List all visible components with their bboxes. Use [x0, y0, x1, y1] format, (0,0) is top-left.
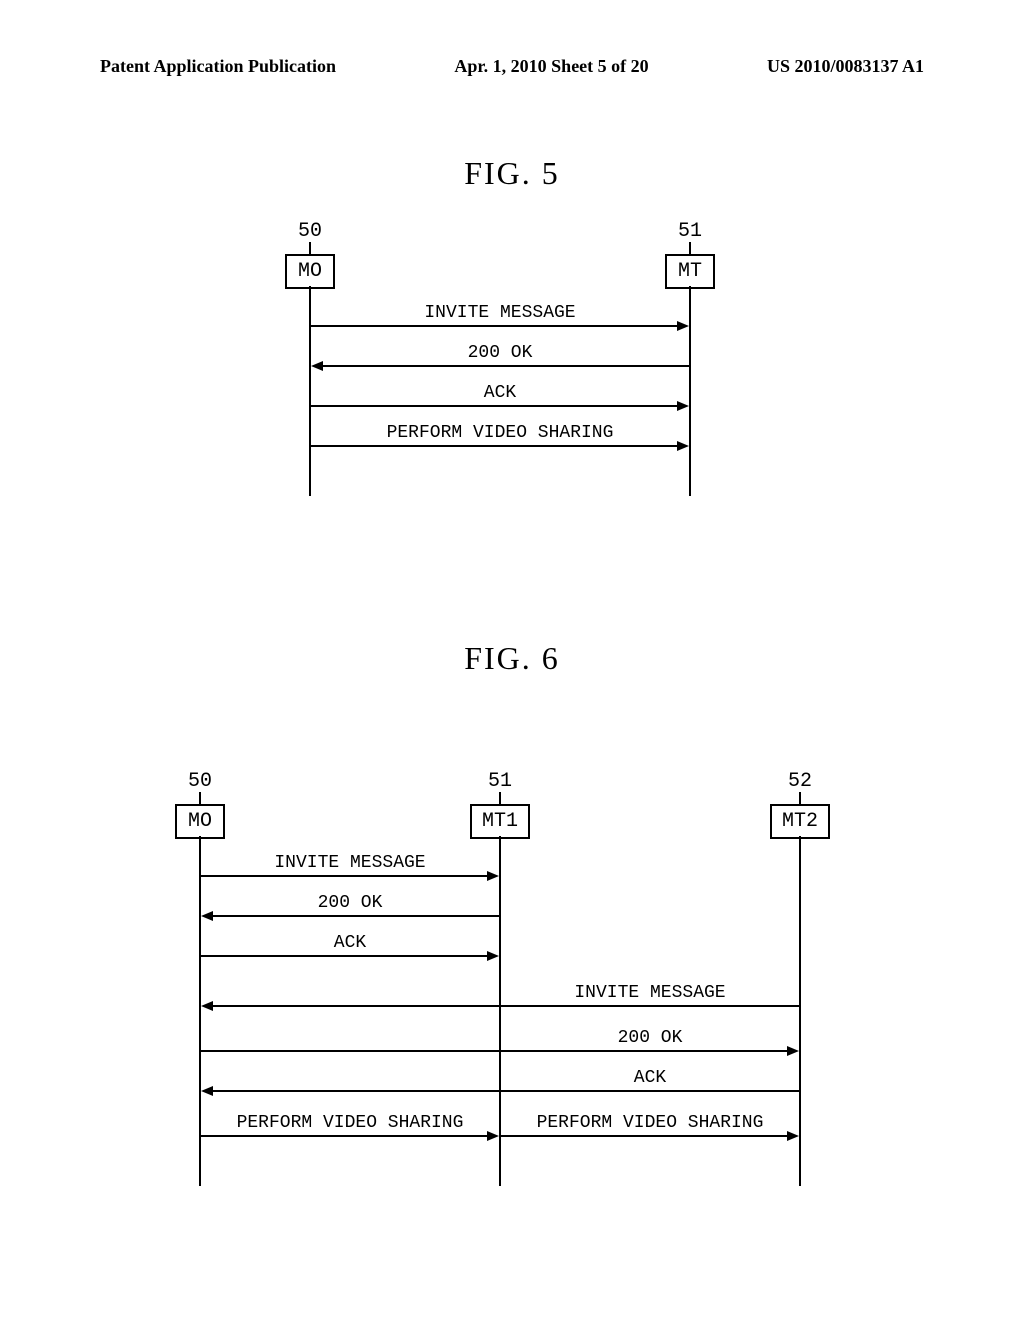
fig6-diagram: 50 MO 51 MT1 52 MT2 INVITE MESSAGE 200 O…: [170, 770, 850, 1190]
fig6-mt1-tick: [499, 792, 501, 804]
fig6-mt1-box: MT1: [470, 804, 530, 839]
fig6-mt1-lifeline: [499, 836, 501, 1186]
fig6-msg-200ok2-label: 200 OK: [501, 1028, 799, 1048]
fig6-mo-tick: [199, 792, 201, 804]
fig6-mo-lifeline: [199, 836, 201, 1186]
fig5-msg-invite-label: INVITE MESSAGE: [311, 303, 689, 323]
header-right: US 2010/0083137 A1: [767, 56, 924, 77]
header-center: Apr. 1, 2010 Sheet 5 of 20: [454, 56, 648, 77]
fig6-msg-invite1-label: INVITE MESSAGE: [201, 853, 499, 873]
fig6-msg-ack2-label: ACK: [501, 1068, 799, 1088]
fig6-msg-invite2-label: INVITE MESSAGE: [501, 983, 799, 1003]
fig5-title: FIG. 5: [0, 155, 1024, 192]
fig6-mt2-tick: [799, 792, 801, 804]
fig6-mt2-num: 52: [780, 770, 820, 793]
fig6-mt2-lifeline: [799, 836, 801, 1186]
fig6-msg-perform-a-label: PERFORM VIDEO SHARING: [201, 1113, 499, 1133]
fig5-mt-box: MT: [665, 254, 715, 289]
fig5-mo-box: MO: [285, 254, 335, 289]
fig5-mt-num: 51: [670, 220, 710, 243]
fig5-mt-lifeline: [689, 286, 691, 496]
fig5-msg-200ok-label: 200 OK: [311, 343, 689, 363]
fig6-mt1-num: 51: [480, 770, 520, 793]
patent-page: Patent Application Publication Apr. 1, 2…: [0, 0, 1024, 1320]
fig6-msg-200ok1-label: 200 OK: [201, 893, 499, 913]
fig5-mt-tick: [689, 242, 691, 254]
fig5-mo-tick: [309, 242, 311, 254]
page-header: Patent Application Publication Apr. 1, 2…: [100, 56, 924, 77]
fig5-msg-ack-label: ACK: [311, 383, 689, 403]
fig5-msg-perform-label: PERFORM VIDEO SHARING: [311, 423, 689, 443]
fig5-mo-num: 50: [290, 220, 330, 243]
fig6-msg-perform-b-label: PERFORM VIDEO SHARING: [501, 1113, 799, 1133]
fig6-mo-box: MO: [175, 804, 225, 839]
fig5-diagram: 50 MO 51 MT INVITE MESSAGE 200 OK ACK PE…: [280, 220, 720, 520]
fig6-mt2-box: MT2: [770, 804, 830, 839]
header-left: Patent Application Publication: [100, 56, 336, 77]
fig6-mo-num: 50: [180, 770, 220, 793]
fig6-msg-ack1-label: ACK: [201, 933, 499, 953]
fig6-title: FIG. 6: [0, 640, 1024, 677]
